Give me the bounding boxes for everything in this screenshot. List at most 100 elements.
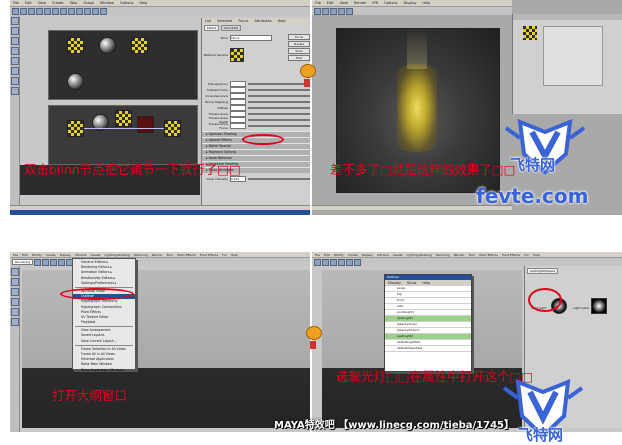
menu-fur[interactable]: Fur (524, 253, 529, 257)
menu-assets[interactable]: Assets (91, 253, 101, 257)
menu-fluid-effects[interactable]: Fluid Effects (200, 253, 218, 257)
menu-edit[interactable]: Edit (22, 253, 28, 257)
menu-paint-effects[interactable]: Paint Effects (479, 253, 498, 257)
menu-help[interactable]: Help (533, 253, 540, 257)
menu-modify[interactable]: Modify (32, 253, 42, 257)
toolbar-button[interactable] (338, 259, 345, 266)
toolbar-button[interactable] (34, 259, 42, 266)
attr-field[interactable] (230, 123, 246, 129)
select-tool-icon[interactable] (10, 268, 19, 276)
attr-slider[interactable] (248, 95, 310, 97)
tab-blinn1[interactable]: blinn1 (204, 25, 220, 31)
hide-button[interactable]: Hide (288, 55, 310, 61)
menu-modify[interactable]: Modify (334, 253, 344, 257)
menu-create[interactable]: Create (52, 1, 64, 5)
toolbar-button[interactable] (84, 8, 91, 15)
material-swatch[interactable] (67, 37, 84, 54)
menu-graph[interactable]: Graph (83, 1, 94, 5)
layout-icon[interactable] (10, 318, 19, 326)
toolbar-button[interactable] (58, 259, 66, 266)
scale-tool-icon[interactable] (10, 57, 19, 65)
menu-window[interactable]: Window (377, 253, 389, 257)
attr-slider[interactable] (248, 119, 310, 121)
menu-help[interactable]: Help (231, 253, 238, 257)
menu-texturing[interactable]: Texturing (134, 253, 148, 257)
toolbar-button[interactable] (12, 8, 19, 15)
menu-create[interactable]: Create (46, 253, 56, 257)
remove-image-button[interactable] (346, 8, 353, 15)
menu-texturing[interactable]: Texturing (436, 253, 450, 257)
attr-slider[interactable] (248, 89, 310, 91)
menu-assets[interactable]: Assets (393, 253, 403, 257)
toolbar-button[interactable] (28, 8, 35, 15)
toolbar-button[interactable] (330, 259, 337, 266)
menu-render[interactable]: Render (152, 253, 163, 257)
render-button[interactable] (314, 8, 321, 15)
toolbar-button[interactable] (20, 8, 27, 15)
move-tool-icon[interactable] (10, 37, 19, 45)
toolbar-button[interactable] (44, 8, 51, 15)
menu-toon[interactable]: Toon (468, 253, 475, 257)
toolbar-button[interactable] (100, 8, 107, 15)
lasso-tool-icon[interactable] (10, 27, 19, 35)
attr-slider[interactable] (248, 101, 310, 103)
menu-list[interactable]: List (205, 19, 211, 23)
layout-icon[interactable] (10, 77, 19, 85)
menu-edit[interactable]: Edit (324, 253, 330, 257)
move-tool-icon[interactable] (10, 288, 19, 296)
tab-spotlightshape1[interactable]: spotLightShape1 (527, 268, 559, 274)
toolbar-button[interactable] (52, 8, 59, 15)
menu-fluid-effects[interactable]: Fluid Effects (502, 253, 520, 257)
layout-icon[interactable] (10, 87, 19, 95)
menu-help[interactable]: Help (422, 1, 430, 5)
menu-render[interactable]: Render (454, 253, 465, 257)
window-menu-item[interactable]: Settings/Preferences ▸ (73, 281, 135, 286)
menu-toon[interactable]: Toon (166, 253, 173, 257)
rotate-tool-icon[interactable] (10, 47, 19, 55)
lasso-tool-icon[interactable] (10, 278, 19, 286)
show-button[interactable]: Show (288, 48, 310, 54)
menu-display[interactable]: Display (362, 253, 373, 257)
select-tool-icon[interactable] (10, 17, 19, 25)
attr-slider[interactable] (248, 107, 310, 109)
shading-group-node[interactable] (137, 116, 154, 133)
toolbar-button[interactable] (346, 259, 353, 266)
material-swatch[interactable] (99, 37, 116, 54)
menu-file[interactable]: File (315, 253, 320, 257)
menu-lighting-shading[interactable]: Lighting/Shading (104, 253, 129, 257)
menu-help[interactable]: Help (278, 19, 286, 23)
toolbar-button[interactable] (36, 8, 43, 15)
texture-node[interactable] (67, 120, 84, 137)
menu-attributes[interactable]: Attributes (254, 19, 271, 23)
rotate-tool-icon[interactable] (10, 298, 19, 306)
mode-selector[interactable]: Rendering (12, 259, 34, 265)
toolbar-button[interactable] (322, 259, 329, 266)
toolbar-button[interactable] (42, 259, 50, 266)
toolbar-button[interactable] (92, 8, 99, 15)
menu-help[interactable]: Help (139, 1, 147, 5)
menu-ipr[interactable]: IPR (372, 1, 378, 5)
outliner-item[interactable]: defaultObjectSet (385, 346, 471, 352)
menu-options[interactable]: Options (384, 1, 398, 5)
menu-options[interactable]: Options (120, 1, 134, 5)
material-swatch[interactable] (131, 37, 148, 54)
glow-intensity-slider[interactable] (248, 178, 310, 180)
toolbar-button[interactable] (354, 259, 361, 266)
toolbar-button[interactable] (76, 8, 83, 15)
attr-slider[interactable] (248, 113, 310, 115)
outliner-menu-show[interactable]: Show (407, 281, 416, 285)
ipr-button[interactable] (322, 8, 329, 15)
menu-display[interactable]: Display (404, 1, 417, 5)
attr-slider[interactable] (248, 125, 310, 127)
tab-blinn1sg[interactable]: blinn1SG (221, 25, 241, 31)
menu-window[interactable]: Window (75, 253, 87, 257)
menu-paint-effects[interactable]: Paint Effects (177, 253, 196, 257)
material-swatch[interactable] (67, 73, 84, 90)
menu-view[interactable]: View (38, 1, 46, 5)
window-menu-item[interactable]: Raise Application Windows (73, 368, 135, 373)
menu-view[interactable]: View (340, 1, 348, 5)
toolbar-button[interactable] (50, 259, 58, 266)
menu-file[interactable]: File (13, 1, 19, 5)
window-menu-item[interactable]: Playblast (73, 320, 135, 325)
menu-edit[interactable]: Edit (327, 1, 334, 5)
